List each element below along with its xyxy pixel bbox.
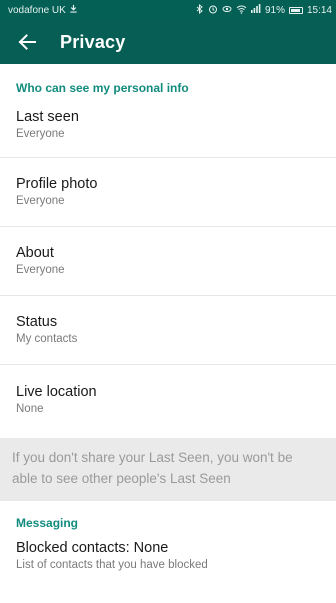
clock: 15:14 (306, 4, 332, 16)
pref-status[interactable]: Status My contacts (0, 296, 336, 365)
pref-live-location[interactable]: Live location None (0, 365, 336, 434)
eye-icon (222, 4, 232, 17)
back-arrow-icon[interactable] (16, 31, 38, 53)
bluetooth-icon (196, 3, 204, 17)
status-right: 91% 15:14 (196, 3, 332, 17)
pref-last-seen[interactable]: Last seen Everyone (0, 92, 336, 158)
pref-title: Profile photo (16, 176, 98, 192)
carrier-name: vodafone UK (8, 4, 66, 16)
pref-about[interactable]: About Everyone (0, 227, 336, 296)
battery-icon (288, 6, 303, 14)
app-bar: Privacy (0, 20, 336, 64)
pref-summary: Everyone (16, 264, 65, 276)
pref-summary: List of contacts that you have blocked (16, 559, 208, 571)
download-icon (69, 4, 78, 16)
pref-title: About (16, 245, 54, 261)
pref-title: Last seen (16, 108, 79, 125)
last-seen-info-note: If you don't share your Last Seen, you w… (0, 438, 336, 501)
pref-blocked-contacts[interactable]: Blocked contacts: None List of contacts … (0, 539, 336, 573)
status-left: vodafone UK (8, 4, 78, 16)
status-bar: vodafone UK 91% 15:14 (0, 0, 336, 20)
section-header-personal-info: Who can see my personal info (16, 81, 189, 95)
pref-title: Live location (16, 383, 97, 400)
section-header-messaging: Messaging (16, 516, 79, 530)
pref-summary: None (16, 402, 44, 415)
alarm-icon (208, 4, 218, 17)
pref-summary: My contacts (16, 333, 78, 345)
pref-title: Status (16, 314, 58, 330)
pref-profile-photo[interactable]: Profile photo Everyone (0, 158, 336, 227)
page-title: Privacy (60, 31, 126, 52)
privacy-screen: vodafone UK 91% 15:14 Privacy Who can se… (0, 0, 336, 603)
wifi-icon (236, 4, 247, 17)
pref-summary: Everyone (16, 195, 65, 207)
pref-summary: Everyone (16, 127, 65, 140)
battery-percent: 91% (264, 4, 285, 16)
signal-icon (250, 4, 261, 16)
pref-title: Blocked contacts: None (16, 540, 169, 556)
